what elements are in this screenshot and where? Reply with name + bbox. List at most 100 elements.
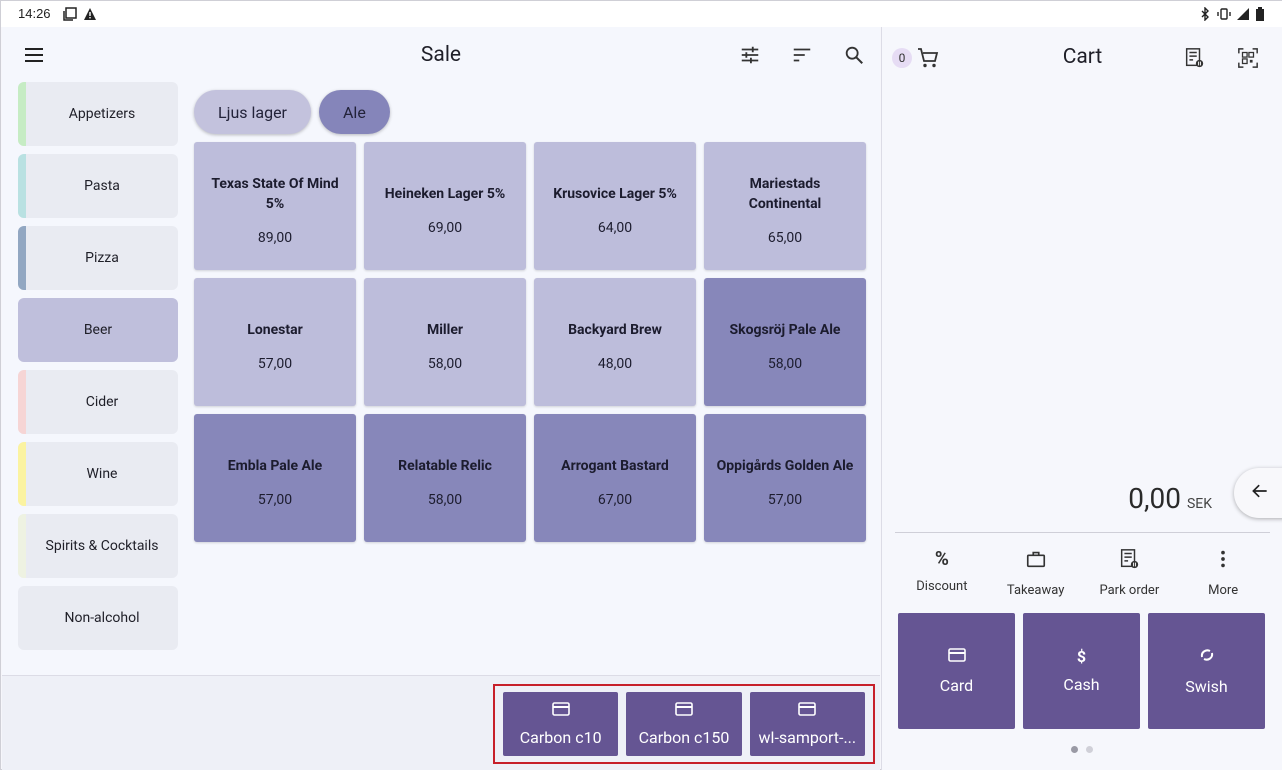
swish-icon — [1199, 647, 1215, 667]
category-color-stripe — [18, 82, 26, 146]
product-tile[interactable]: Texas State Of Mind 5% 89,00 — [194, 142, 356, 270]
product-tile[interactable]: Lonestar 57,00 — [194, 278, 356, 406]
product-name: Mariestads Continental — [748, 176, 822, 212]
category-label: Pasta — [84, 178, 120, 194]
product-price: 48,00 — [597, 356, 633, 372]
category-non-alcohol[interactable]: Non-alcohol — [18, 586, 178, 650]
percent-icon: % — [934, 547, 949, 570]
qr-scan-icon[interactable] — [1236, 46, 1260, 70]
bluetooth-icon — [1198, 6, 1212, 22]
category-list: Appetizers Pasta Pizza Beer Cider Wine S… — [18, 82, 178, 658]
subcategory-chips: Ljus lager Ale — [194, 90, 390, 134]
tune-icon[interactable] — [738, 43, 762, 67]
search-icon[interactable] — [842, 43, 866, 67]
pay-cash-button[interactable]: $ Cash — [1023, 613, 1140, 729]
category-appetizers[interactable]: Appetizers — [18, 82, 178, 146]
status-bar: 14:26 — [1, 1, 1282, 27]
card-icon — [947, 647, 966, 666]
category-label: Wine — [86, 466, 118, 482]
product-tile[interactable]: Backyard Brew 48,00 — [534, 278, 696, 406]
sort-icon[interactable] — [790, 43, 814, 67]
product-tile[interactable]: Krusovice Lager 5% 64,00 — [534, 142, 696, 270]
product-name: Texas State Of Mind 5% — [211, 176, 339, 212]
product-name: Heineken Lager 5% — [384, 186, 506, 202]
product-name: Backyard Brew — [568, 322, 662, 338]
dollar-icon: $ — [1076, 646, 1087, 666]
product-name: Lonestar — [247, 322, 303, 338]
card-icon — [675, 701, 693, 720]
category-label: Beer — [83, 322, 113, 338]
product-price: 58,00 — [427, 356, 463, 372]
sale-panel: Sale Appetizers Pasta Pizza Beer Cider W… — [2, 27, 880, 770]
terminal-button-carbon-c150[interactable]: Carbon c150 — [626, 692, 742, 756]
collapse-cart-button[interactable] — [1234, 468, 1282, 518]
terminal-button-wl-samport[interactable]: wl-samport-... — [749, 692, 865, 756]
park-order-button[interactable]: Park order — [1083, 547, 1177, 598]
more-button[interactable]: More — [1176, 547, 1270, 598]
park-order-icon — [1118, 547, 1140, 575]
chip-ljus-lager[interactable]: Ljus lager — [194, 90, 311, 134]
product-name: Relatable Relic — [398, 458, 492, 474]
terminal-label: Carbon c10 — [519, 728, 602, 747]
product-tile[interactable]: Arrogant Bastard 67,00 — [534, 414, 696, 542]
app-frame: 14:26 Sale Appetizers Pasta Pizza Beer C… — [0, 0, 1282, 770]
category-label: Spirits & Cocktails — [45, 538, 159, 554]
product-price: 57,00 — [257, 356, 293, 372]
cart-divider — [895, 532, 1270, 533]
category-cider[interactable]: Cider — [18, 370, 178, 434]
category-color-stripe — [18, 370, 26, 434]
category-color-stripe — [18, 226, 26, 290]
product-tile[interactable]: Relatable Relic 58,00 — [364, 414, 526, 542]
terminal-label: wl-samport-... — [758, 728, 857, 747]
category-label: Pizza — [85, 250, 119, 266]
screenshot-icon — [63, 6, 77, 21]
product-tile[interactable]: Embla Pale Ale 57,00 — [194, 414, 356, 542]
product-tile[interactable]: Oppigårds Golden Ale 57,00 — [704, 414, 866, 542]
action-label: Park order — [1099, 583, 1160, 598]
status-time: 14:26 — [18, 6, 51, 21]
category-color-stripe — [18, 154, 26, 218]
parked-orders-icon[interactable] — [1182, 46, 1206, 70]
category-beer[interactable]: Beer — [18, 298, 178, 362]
product-tile[interactable]: Miller 58,00 — [364, 278, 526, 406]
chip-ale[interactable]: Ale — [318, 90, 390, 134]
pay-swish-button[interactable]: Swish — [1148, 613, 1265, 729]
pay-card-button[interactable]: Card — [898, 613, 1015, 729]
product-price: 67,00 — [597, 492, 633, 508]
product-tile[interactable]: Skogsröj Pale Ale 58,00 — [704, 278, 866, 406]
takeaway-button[interactable]: Takeaway — [989, 547, 1083, 598]
product-price: 58,00 — [427, 492, 463, 508]
category-label: Appetizers — [68, 106, 136, 122]
payment-label: Swish — [1185, 676, 1228, 696]
cart-actions: % Discount Takeaway Park order More — [895, 547, 1270, 598]
product-price: 58,00 — [767, 356, 803, 372]
briefcase-icon — [1025, 547, 1047, 575]
discount-button[interactable]: % Discount — [895, 547, 989, 598]
warning-icon — [83, 6, 97, 20]
page-dot[interactable] — [1086, 746, 1093, 753]
category-label: Cider — [85, 394, 119, 410]
category-wine[interactable]: Wine — [18, 442, 178, 506]
page-dot-active[interactable] — [1071, 746, 1078, 753]
action-label: Takeaway — [1006, 583, 1065, 598]
sale-topbar: Sale — [2, 27, 880, 83]
category-color-stripe — [18, 514, 26, 578]
terminal-button-carbon-c10[interactable]: Carbon c10 — [503, 692, 619, 756]
page-indicator — [1071, 746, 1093, 753]
product-name: Skogsröj Pale Ale — [729, 322, 841, 338]
card-icon — [551, 701, 570, 720]
payment-label: Card — [939, 676, 974, 695]
product-tile[interactable]: Mariestads Continental 65,00 — [704, 142, 866, 270]
category-spirits-cocktails[interactable]: Spirits & Cocktails — [18, 514, 178, 578]
cart-total-amount: 0,00 — [1128, 482, 1181, 515]
product-price: 57,00 — [257, 492, 293, 508]
arrow-back-icon — [1250, 481, 1270, 505]
product-name: Krusovice Lager 5% — [553, 186, 677, 202]
category-pizza[interactable]: Pizza — [18, 226, 178, 290]
product-grid: Texas State Of Mind 5% 89,00 Heineken Lag… — [194, 142, 866, 542]
vibrate-icon — [1217, 6, 1231, 20]
category-pasta[interactable]: Pasta — [18, 154, 178, 218]
product-tile[interactable]: Heineken Lager 5% 69,00 — [364, 142, 526, 270]
product-price: 65,00 — [767, 230, 803, 246]
cart-total: 0,00 SEK — [1128, 482, 1212, 515]
